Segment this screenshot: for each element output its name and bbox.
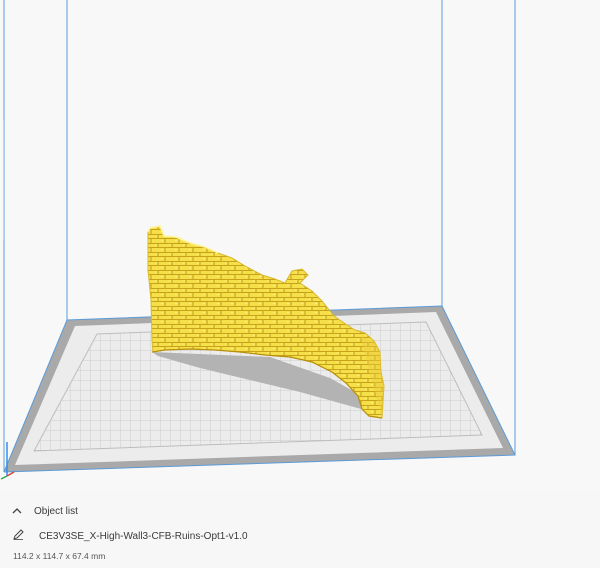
pencil-icon[interactable] <box>13 529 27 543</box>
object-list-label: Object list <box>34 505 78 517</box>
object-list-panel: Object list CE3V3SE_X-High-Wall3-CFB-Rui… <box>0 490 600 568</box>
object-list-toggle[interactable]: Object list <box>12 505 78 517</box>
dimensions-text: 114.2 x 114.7 x 67.4 mm <box>13 551 106 561</box>
object-list-item[interactable]: CE3V3SE_X-High-Wall3-CFB-Ruins-Opt1-v1.0 <box>13 529 248 543</box>
object-dimensions: 114.2 x 114.7 x 67.4 mm <box>13 551 105 561</box>
chevron-up-icon <box>12 505 26 517</box>
3d-viewport[interactable] <box>0 0 600 490</box>
sidebar-drag-handle[interactable] <box>0 120 4 240</box>
build-volume-scene[interactable] <box>0 0 600 490</box>
object-name: CE3V3SE_X-High-Wall3-CFB-Ruins-Opt1-v1.0 <box>39 530 248 542</box>
